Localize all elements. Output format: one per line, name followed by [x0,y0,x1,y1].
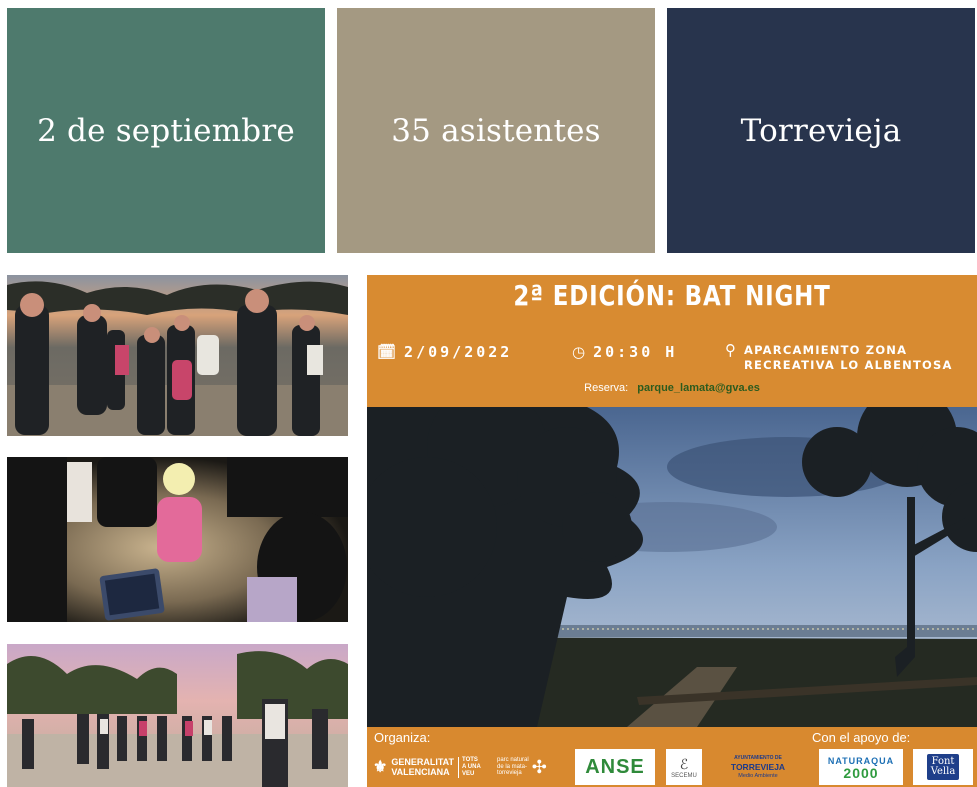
event-poster: 2ª EDICIÓN: BAT NIGHT 🗓 2/09/2022 ◷ 20:3… [367,275,977,787]
parc-natural-logo: parc natural de la mata- torrevieja ✣ [497,756,547,777]
poster-time-text: 20:30 H [593,343,678,361]
bat-icon: ℰ [679,755,689,772]
reserve-email-link[interactable]: parque_lamata@gva.es [637,382,760,394]
poster-date-text: 2/09/2022 [404,343,513,361]
flower-icon: ✣ [531,756,547,777]
poster-footer: Organiza: Con el apoyo de: ⚜ GENERALITAT… [367,727,977,787]
stat-location-text: Torrevieja [740,112,902,149]
reserve-label: Reserva: [584,382,629,394]
stat-date-text: 2 de septiembre [37,112,295,149]
secemu-logo: ℰ SECEMU [666,749,702,785]
photo-night-activity [7,457,348,622]
clock-icon: ◷ [572,343,586,361]
font-vella-logo: Font Vella [913,749,973,785]
torrevieja-logo: AYUNTAMIENTO DE TORREVIEJA Medio Ambient… [730,754,786,779]
reserve-row: Reserva: parque_lamata@gva.es [367,382,977,394]
stat-location-tile: Torrevieja [667,8,975,253]
photo-group-dusk [7,275,348,436]
poster-header: 2ª EDICIÓN: BAT NIGHT 🗓 2/09/2022 ◷ 20:3… [367,275,977,407]
stat-attendees-tile: 35 asistentes [337,8,655,253]
poster-time: ◷ 20:30 H [572,343,677,361]
poster-title: 2ª EDICIÓN: BAT NIGHT [513,279,831,312]
poster-date: 🗓 2/09/2022 [377,343,512,361]
apoyo-label: Con el apoyo de: [812,730,911,745]
organiza-label: Organiza: [374,730,431,745]
stat-date-tile: 2 de septiembre [7,8,325,253]
poster-place: ⚲ APARCAMIENTO ZONA RECREATIVA LO ALBENT… [725,343,953,373]
map-pin-icon: ⚲ [725,341,736,359]
poster-landscape-photo [367,407,977,727]
naturaqua-logo: NATURAQUA 2000 [819,749,903,785]
generalitat-shield-icon: ⚜ [373,759,388,776]
calendar-icon: 🗓 [377,343,397,361]
poster-place-line1: APARCAMIENTO ZONA [744,343,908,357]
stat-attendees-text: 35 asistentes [391,112,601,149]
generalitat-logo: ⚜ GENERALITAT VALENCIANA TOTS A UNA VEU [373,756,481,778]
poster-place-line2: RECREATIVA LO ALBENTOSA [744,358,953,372]
anse-logo: ANSE [575,749,655,785]
photo-group-circle [7,644,348,787]
